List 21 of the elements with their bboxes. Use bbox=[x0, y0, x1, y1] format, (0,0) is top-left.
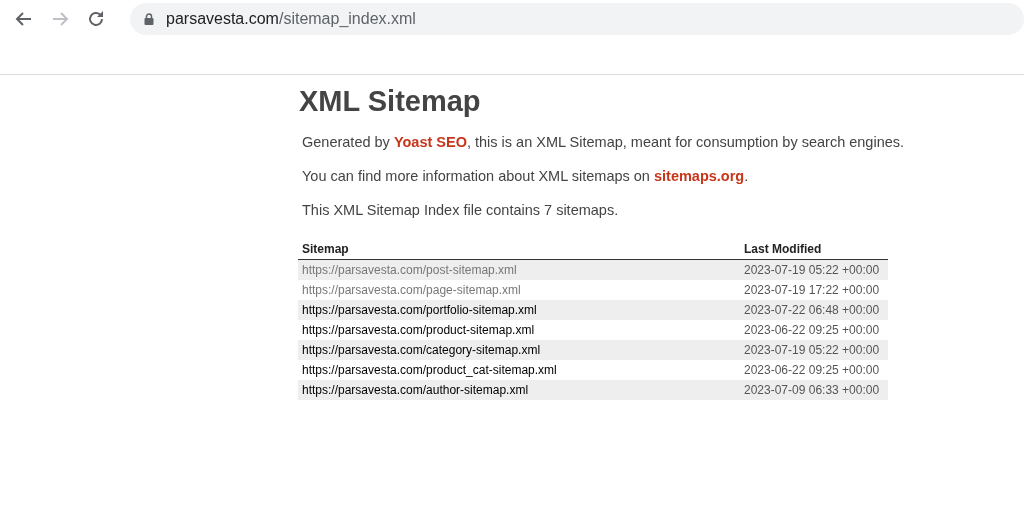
link[interactable]: Yoast SEO bbox=[393, 134, 467, 150]
page-title: XML Sitemap bbox=[299, 85, 482, 118]
sitemap-link[interactable]: https://parsavesta.com/product-sitemap.xml bbox=[302, 323, 535, 337]
table-cell: 2023-06-22 09:25 +00:00 bbox=[740, 320, 888, 340]
table-cell: 2023-07-19 05:22 +00:00 bbox=[740, 259, 888, 280]
lock-icon bbox=[144, 12, 154, 25]
table-cell: 2023-06-22 09:25 +00:00 bbox=[740, 360, 888, 380]
column-header: Sitemap bbox=[298, 240, 740, 260]
paragraph: This XML Sitemap Index file contains 7 sitemaps. bbox=[302, 202, 620, 218]
table-cell: 2023-07-22 06:48 +00:00 bbox=[740, 300, 888, 320]
paragraph: Generated by Yoast SEO, this is an XML Sitemap, meant for consumption by search engines. bbox=[302, 134, 906, 150]
address-bar[interactable]: parsavesta.com/sitemap_index.xml bbox=[130, 2, 1024, 35]
url-text: parsavesta.com/sitemap_index.xml bbox=[166, 9, 416, 28]
sitemap-link[interactable]: https://parsavesta.com/page-sitemap.xml bbox=[302, 283, 521, 297]
table-cell: 2023-07-19 17:22 +00:00 bbox=[740, 280, 888, 300]
sitemap-link[interactable]: https://parsavesta.com/product_cat-sitemap.xml bbox=[302, 363, 557, 377]
paragraph: You can find more information about XML sitemaps on sitemaps.org. bbox=[302, 168, 750, 184]
link[interactable]: sitemaps.org bbox=[653, 168, 745, 184]
table-cell: 2023-07-09 06:33 +00:00 bbox=[740, 380, 888, 400]
column-header: Last Modified bbox=[740, 240, 888, 260]
table-cell: 2023-07-19 05:22 +00:00 bbox=[740, 340, 888, 360]
